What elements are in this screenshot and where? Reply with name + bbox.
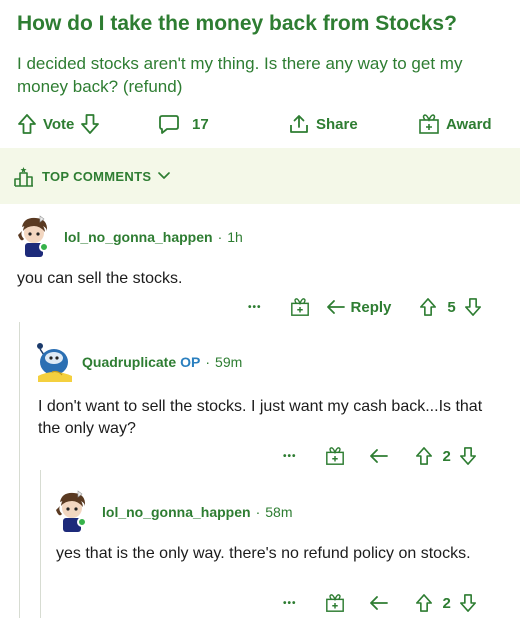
username[interactable]: Quadruplicate xyxy=(82,354,176,370)
more-options-button[interactable]: ••• xyxy=(283,451,297,462)
online-status-dot xyxy=(77,517,87,527)
vote-score: 5 xyxy=(447,298,456,316)
vote-label: Vote xyxy=(43,115,75,133)
comments-button[interactable]: 17 xyxy=(158,109,215,139)
comment-bubble-icon xyxy=(158,113,180,135)
username[interactable]: lol_no_gonna_happen xyxy=(64,229,213,245)
share-icon xyxy=(288,113,310,135)
downvote-icon[interactable] xyxy=(80,113,100,135)
upvote-icon[interactable] xyxy=(419,297,437,317)
separator-dot: · xyxy=(205,354,211,370)
sort-selector[interactable]: TOP COMMENTS xyxy=(0,148,520,204)
timestamp: 1h xyxy=(227,229,243,245)
upvote-icon[interactable] xyxy=(415,593,433,613)
chevron-down-icon xyxy=(157,171,171,181)
award-button[interactable]: Award xyxy=(418,109,498,139)
share-label: Share xyxy=(316,115,358,133)
post-action-bar: Vote 17 Share Award xyxy=(0,109,520,139)
comment-body: yes that is the only way. there's no ref… xyxy=(56,545,471,562)
vote-score: 2 xyxy=(442,447,451,465)
separator-dot: · xyxy=(255,504,261,520)
gift-icon[interactable] xyxy=(325,593,345,613)
reply-arrow-icon xyxy=(326,299,346,315)
comment-body: you can sell the stocks. xyxy=(17,270,183,287)
vote-control: Vote xyxy=(17,109,100,139)
online-status-dot xyxy=(39,242,49,252)
post-title: How do I take the money back from Stocks… xyxy=(17,12,457,35)
comment-count: 17 xyxy=(192,115,209,133)
avatar[interactable] xyxy=(12,213,56,257)
reply-arrow-icon[interactable] xyxy=(369,448,389,464)
reply-label: Reply xyxy=(350,298,392,316)
comment-actions: ••• 2 xyxy=(283,443,477,469)
timestamp: 58m xyxy=(265,504,293,520)
share-button[interactable]: Share xyxy=(288,109,364,139)
vote-score: 2 xyxy=(442,594,451,612)
avatar[interactable] xyxy=(32,340,76,384)
thread-line xyxy=(19,322,20,618)
reply-arrow-icon[interactable] xyxy=(369,595,389,611)
comment-meta: lol_no_gonna_happen · 58m xyxy=(102,504,292,520)
podium-icon xyxy=(14,165,34,187)
downvote-icon[interactable] xyxy=(459,446,477,466)
comment-body: I don't want to sell the stocks. I just … xyxy=(38,398,483,437)
op-badge: OP xyxy=(180,354,201,370)
gift-icon xyxy=(418,113,440,135)
thread-line xyxy=(40,470,41,618)
upvote-icon[interactable] xyxy=(17,113,37,135)
gift-icon[interactable] xyxy=(290,297,310,317)
separator-dot: · xyxy=(217,229,223,245)
downvote-icon[interactable] xyxy=(464,297,482,317)
comment-actions: ••• Reply 5 xyxy=(248,294,482,320)
upvote-icon[interactable] xyxy=(415,446,433,466)
username[interactable]: lol_no_gonna_happen xyxy=(102,504,251,520)
sort-label: TOP COMMENTS xyxy=(42,168,152,184)
avatar[interactable] xyxy=(50,488,94,532)
award-label: Award xyxy=(446,115,492,133)
reply-button[interactable]: Reply xyxy=(326,298,392,316)
more-options-button[interactable]: ••• xyxy=(248,302,262,313)
downvote-icon[interactable] xyxy=(459,593,477,613)
timestamp: 59m xyxy=(215,354,243,370)
comment-meta: Quadruplicate OP · 59m xyxy=(82,354,242,370)
more-options-button[interactable]: ••• xyxy=(283,598,297,609)
comment-meta: lol_no_gonna_happen · 1h xyxy=(64,229,243,245)
comment-actions: ••• 2 xyxy=(283,590,477,616)
gift-icon[interactable] xyxy=(325,446,345,466)
post-body: I decided stocks aren't my thing. Is the… xyxy=(17,54,463,96)
